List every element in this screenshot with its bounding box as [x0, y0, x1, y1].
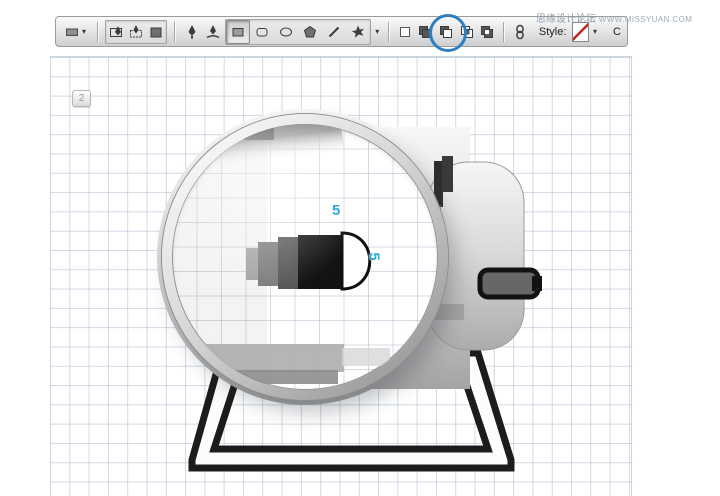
zoom-bottom-band: [342, 348, 390, 366]
pen-tool-icon: [184, 24, 200, 40]
line-tool-icon: [326, 24, 342, 40]
chain-link-icon: [512, 24, 528, 40]
subtract-from-shape-area-button[interactable]: [436, 21, 456, 43]
polygon-tool-button[interactable]: [298, 20, 322, 44]
watermark: 思缘设计论坛 WWW.MISSYUAN.COM: [536, 10, 692, 25]
add-to-shape-area-button[interactable]: [416, 21, 434, 43]
printer-slot-pixels: [442, 156, 453, 192]
intersect-shape-areas-button[interactable]: [458, 21, 476, 43]
toolbar-separator: [388, 22, 389, 42]
paths-button[interactable]: [126, 21, 146, 43]
printer-handle: [480, 270, 538, 297]
step-badge: 2: [72, 90, 91, 107]
zoom-blob-pixels: [278, 237, 300, 289]
new-shape-layer-icon: [397, 24, 413, 40]
watermark-site-url: WWW.MISSYUAN.COM: [599, 15, 693, 24]
fill-pixels-icon: [148, 24, 164, 40]
rectangle-tool-button[interactable]: [226, 20, 250, 44]
pen-tool-button[interactable]: [182, 20, 202, 44]
zoom-blob-pixels: [246, 248, 260, 280]
zoom-bottom-band: [172, 370, 338, 384]
add-to-shape-area-icon: [417, 24, 433, 40]
link-button[interactable]: [511, 21, 529, 43]
exclude-overlapping-areas-button[interactable]: [478, 21, 496, 43]
printer-handle-tip: [532, 276, 542, 291]
subtract-from-shape-area-icon: [438, 24, 454, 40]
dimension-width-label: 5: [332, 202, 340, 219]
shape-preset-icon: [64, 24, 80, 40]
ellipse-tool-icon: [278, 24, 294, 40]
zoom-dark-pixels: [244, 124, 274, 140]
style-label: Style:: [539, 26, 567, 38]
custom-shape-tool-button[interactable]: [346, 20, 370, 44]
dropdown-arrow-icon: ▾: [80, 28, 88, 36]
ellipse-tool-button[interactable]: [274, 20, 298, 44]
shape-layers-button[interactable]: [106, 21, 126, 43]
rounded-rectangle-tool-icon: [254, 24, 270, 40]
intersect-shape-areas-icon: [459, 24, 475, 40]
freeform-pen-tool-icon: [205, 24, 221, 40]
zoom-rounded-corner-path: [342, 233, 370, 289]
freeform-pen-tool-button[interactable]: [203, 20, 223, 44]
shape-tools-group: [225, 19, 371, 45]
subtract-button-wrap: [436, 21, 456, 43]
zoom-blob-pixels: [258, 242, 280, 286]
dropdown-arrow-icon[interactable]: ▾: [591, 28, 599, 36]
zoomed-pixels-art: [172, 124, 438, 390]
shape-layers-icon: [108, 24, 124, 40]
magnifier-zoomed-view: 5 5: [172, 124, 438, 390]
rectangle-tool-icon: [230, 24, 246, 40]
fill-pixels-button[interactable]: [146, 21, 166, 43]
exclude-overlapping-areas-icon: [479, 24, 495, 40]
toolbar-separator: [174, 22, 175, 42]
custom-shape-tool-icon: [350, 24, 366, 40]
line-tool-button[interactable]: [322, 20, 346, 44]
dropdown-arrow-icon[interactable]: ▾: [373, 28, 381, 36]
draw-mode-group: [105, 20, 167, 44]
zoom-black-shape: [298, 235, 342, 289]
shape-preset-button[interactable]: ▾: [62, 20, 90, 44]
magnifier-loupe: 5 5: [162, 114, 448, 400]
toolbar-separator: [503, 22, 504, 42]
paths-icon: [128, 24, 144, 40]
zoom-dark-pixels: [212, 128, 238, 142]
photoshop-workspace: ▾: [0, 0, 720, 496]
dimension-height-label: 5: [366, 252, 383, 260]
document-canvas[interactable]: 2: [50, 56, 632, 496]
polygon-tool-icon: [302, 24, 318, 40]
zoom-bottom-band: [172, 344, 344, 372]
new-shape-layer-button[interactable]: [396, 21, 414, 43]
rounded-rectangle-tool-button[interactable]: [250, 20, 274, 44]
watermark-site-name: 思缘设计论坛: [536, 14, 596, 25]
color-label-partial: C: [613, 26, 621, 38]
toolbar-separator: [97, 22, 98, 42]
